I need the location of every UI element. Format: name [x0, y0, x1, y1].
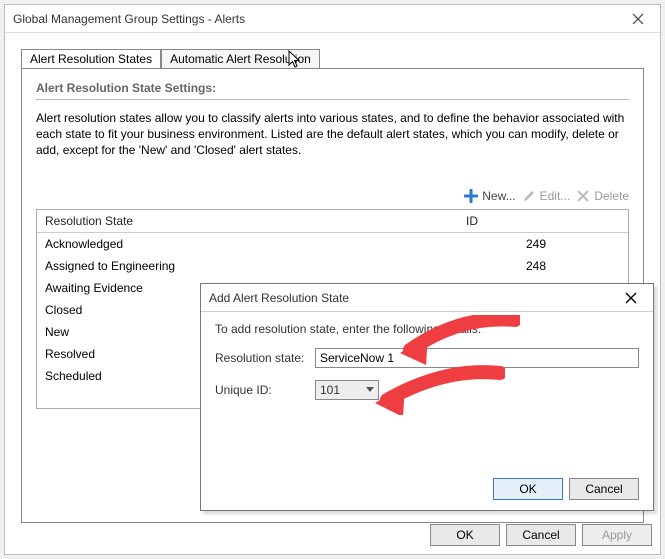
- tabs: Alert Resolution States Automatic Alert …: [21, 47, 644, 69]
- tab-automatic-alert-resolution[interactable]: Automatic Alert Resolution: [161, 49, 320, 69]
- row-id: 248: [518, 255, 628, 277]
- label-resolution-state: Resolution state:: [215, 351, 315, 365]
- table-row[interactable]: Acknowledged 249: [37, 233, 628, 255]
- main-window: Global Management Group Settings - Alert…: [4, 4, 661, 555]
- window-title: Global Management Group Settings - Alert…: [13, 12, 616, 26]
- close-button[interactable]: [616, 5, 660, 33]
- section-heading: Alert Resolution State Settings:: [36, 81, 629, 95]
- resolution-state-input[interactable]: [315, 348, 639, 368]
- dialog-cancel-button[interactable]: Cancel: [569, 478, 639, 500]
- delete-button[interactable]: Delete: [576, 189, 629, 203]
- tab-alert-resolution-states[interactable]: Alert Resolution States: [21, 49, 161, 69]
- label-unique-id: Unique ID:: [215, 383, 315, 397]
- add-resolution-state-dialog: Add Alert Resolution State To add resolu…: [200, 283, 654, 511]
- table-row[interactable]: Assigned to Engineering 248: [37, 255, 628, 277]
- row-id: 249: [518, 233, 628, 255]
- dialog-ok-button[interactable]: OK: [493, 478, 563, 500]
- dialog-prompt: To add resolution state, enter the follo…: [215, 322, 639, 336]
- grid-header-id[interactable]: ID: [458, 210, 568, 232]
- cancel-button[interactable]: Cancel: [506, 524, 576, 546]
- ok-button[interactable]: OK: [430, 524, 500, 546]
- dialog-footer: OK Cancel: [493, 478, 639, 500]
- chevron-down-icon: [366, 387, 374, 393]
- section-description: Alert resolution states allow you to cla…: [36, 110, 629, 159]
- edit-button[interactable]: Edit...: [522, 189, 571, 203]
- titlebar: Global Management Group Settings - Alert…: [5, 5, 660, 33]
- main-footer: OK Cancel Apply: [5, 524, 660, 546]
- window-frame: Global Management Group Settings - Alert…: [0, 0, 665, 559]
- section-divider: [36, 99, 629, 100]
- pencil-icon: [522, 189, 536, 203]
- dialog-titlebar: Add Alert Resolution State: [201, 284, 653, 312]
- delete-button-label: Delete: [594, 189, 629, 203]
- grid-header: Resolution State ID: [37, 210, 628, 233]
- grid-header-name[interactable]: Resolution State: [37, 210, 458, 232]
- plus-icon: [464, 189, 478, 203]
- dialog-body: To add resolution state, enter the follo…: [201, 312, 653, 422]
- form-row-id: Unique ID: 101: [215, 380, 639, 400]
- new-button-label: New...: [482, 189, 515, 203]
- new-button[interactable]: New...: [464, 189, 515, 203]
- toolbar: New... Edit... Delete: [36, 189, 629, 203]
- dialog-title: Add Alert Resolution State: [209, 291, 609, 305]
- apply-button: Apply: [582, 524, 652, 546]
- unique-id-select[interactable]: 101: [315, 380, 379, 400]
- row-name: Acknowledged: [37, 233, 518, 255]
- edit-button-label: Edit...: [540, 189, 571, 203]
- row-name: Assigned to Engineering: [37, 255, 518, 277]
- form-row-state: Resolution state:: [215, 348, 639, 368]
- close-icon: [625, 292, 637, 304]
- unique-id-value: 101: [320, 383, 340, 397]
- delete-icon: [576, 189, 590, 203]
- close-icon: [632, 13, 644, 25]
- dialog-close-button[interactable]: [609, 284, 653, 312]
